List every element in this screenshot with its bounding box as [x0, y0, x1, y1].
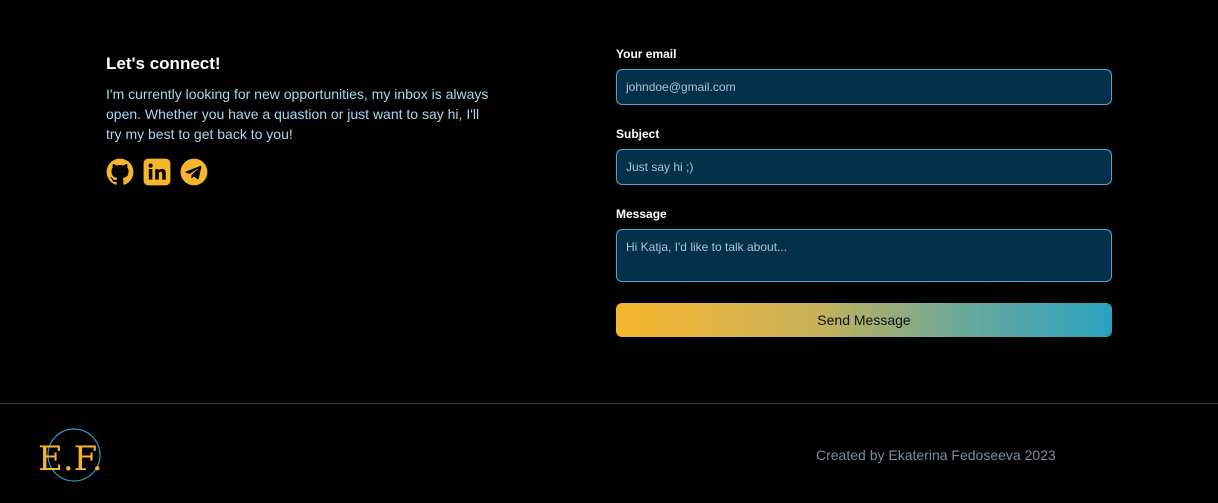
linkedin-icon	[143, 158, 171, 186]
contact-intro: Let's connect! I'm currently looking for…	[106, 54, 496, 186]
subject-label: Subject	[616, 127, 660, 141]
logo[interactable]: E.F.	[36, 428, 102, 484]
contact-form: Your email Subject Message Send Message	[616, 46, 1112, 337]
subject-field[interactable]	[616, 149, 1112, 185]
send-message-button[interactable]: Send Message	[616, 303, 1112, 337]
logo-text: E.F.	[38, 439, 102, 479]
contact-intro-text: I'm currently looking for new opportunit…	[106, 86, 489, 142]
footer-credit: Created by Ekaterina Fedoseeva 2023	[816, 447, 1056, 463]
linkedin-link[interactable]	[143, 158, 171, 186]
telegram-icon	[180, 158, 208, 186]
github-icon	[106, 158, 134, 185]
github-link[interactable]	[106, 158, 134, 186]
contact-heading: Let's connect!	[106, 54, 221, 73]
message-field[interactable]	[616, 229, 1112, 282]
email-field[interactable]	[616, 69, 1112, 105]
logo-mark: E.F.	[38, 428, 102, 482]
social-links	[106, 158, 496, 186]
email-label: Your email	[616, 47, 677, 61]
footer-divider	[0, 403, 1218, 404]
message-label: Message	[616, 207, 667, 221]
telegram-link[interactable]	[180, 158, 208, 186]
